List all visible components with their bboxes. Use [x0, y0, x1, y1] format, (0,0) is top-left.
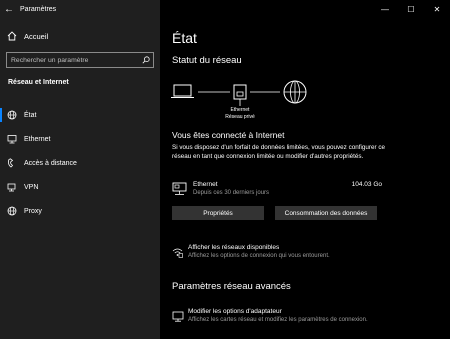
laptop-icon	[171, 84, 194, 99]
adapter-options-link[interactable]: Modifier les options d'adaptateur Affich…	[172, 308, 402, 330]
sidebar-item-label: Ethernet	[24, 135, 51, 143]
data-usage-button[interactable]: Consommation des données	[275, 206, 377, 220]
sidebar-nav: État Ethernet Accès à distance VPN Proxy	[0, 103, 160, 223]
sidebar-item-acces-distance[interactable]: Accès à distance	[0, 151, 160, 175]
show-networks-link[interactable]: Afficher les réseaux disponibles Affiche…	[172, 244, 402, 266]
advanced-settings-heading: Paramètres réseau avancés	[172, 281, 291, 292]
sidebar-item-vpn[interactable]: VPN	[0, 175, 160, 199]
sidebar-item-proxy[interactable]: Proxy	[0, 199, 160, 223]
available-networks-icon	[172, 245, 183, 263]
sidebar-item-label: État	[24, 111, 37, 119]
vpn-icon	[0, 182, 24, 192]
maximize-button[interactable]: ☐	[398, 0, 424, 18]
sidebar-item-label: Proxy	[24, 207, 42, 215]
network-adapter-icon	[172, 309, 184, 327]
home-nav-item[interactable]: Accueil	[0, 26, 160, 46]
network-diagram: Ethernet Réseau privé	[170, 78, 330, 126]
metered-description: Si vous disposez d'un forfait de données…	[172, 144, 385, 160]
connection-period: Depuis ces 30 derniers jours	[193, 190, 270, 196]
network-status-heading: Statut du réseau	[172, 55, 242, 66]
diagram-adapter-name: Ethernet	[230, 107, 250, 113]
ethernet-icon	[0, 134, 24, 144]
connection-row: Ethernet Depuis ces 30 derniers jours 10…	[172, 180, 382, 200]
window-controls: — ☐ ✕	[372, 0, 450, 18]
close-button[interactable]: ✕	[424, 0, 450, 18]
search-icon[interactable]	[139, 56, 153, 64]
ethernet-adapter-icon	[172, 182, 188, 201]
minimize-button[interactable]: —	[372, 0, 398, 18]
main-content: — ☐ ✕ État Statut du réseau Ethernet Rés…	[160, 0, 450, 339]
adapter-options-subtitle: Affichez les cartes réseau et modifiez l…	[188, 317, 368, 323]
back-arrow-icon[interactable]: ←	[0, 0, 18, 18]
diagram-network-type: Réseau privé	[225, 114, 255, 120]
title-bar: ← Paramètres	[0, 0, 160, 18]
home-icon	[0, 31, 24, 41]
search-input[interactable]	[7, 53, 139, 67]
ethernet-adapter-icon	[233, 84, 247, 106]
section-title: Réseau et Internet	[8, 79, 69, 86]
connection-name: Ethernet	[193, 181, 218, 188]
page-title: État	[172, 30, 197, 46]
globe-status-icon	[0, 110, 24, 120]
home-label: Accueil	[24, 31, 49, 41]
adapter-options-title: Modifier les options d'adaptateur	[188, 308, 282, 315]
sidebar: ← Paramètres Accueil Réseau et Internet …	[0, 0, 160, 339]
search-box	[6, 52, 154, 68]
sidebar-item-label: Accès à distance	[24, 159, 77, 167]
show-networks-subtitle: Affichez les options de connexion qui vo…	[188, 253, 330, 259]
app-title: Paramètres	[20, 5, 57, 13]
properties-button[interactable]: Propriétés	[172, 206, 264, 220]
sidebar-item-label: VPN	[24, 183, 39, 191]
data-usage-value: 104.03 Go	[351, 181, 382, 188]
globe-icon	[0, 206, 24, 216]
dialup-icon	[0, 158, 24, 168]
internet-globe-icon	[283, 80, 307, 104]
sidebar-item-ethernet[interactable]: Ethernet	[0, 127, 160, 151]
connection-status-heading: Vous êtes connecté à Internet	[172, 130, 285, 140]
show-networks-title: Afficher les réseaux disponibles	[188, 244, 280, 251]
sidebar-item-etat[interactable]: État	[0, 103, 160, 127]
